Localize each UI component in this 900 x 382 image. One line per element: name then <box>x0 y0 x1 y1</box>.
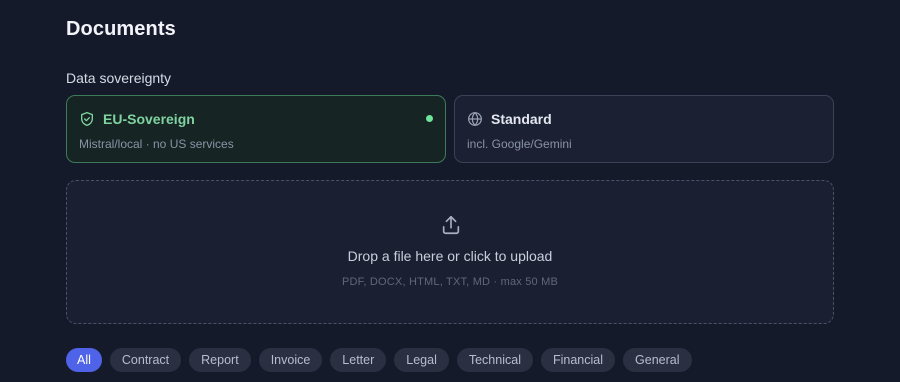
upload-constraints: PDF, DOCX, HTML, TXT, MD · max 50 MB <box>341 276 559 288</box>
filter-chip-legal[interactable]: Legal <box>394 348 449 372</box>
option-description: Mistral/local · no US services <box>79 137 234 151</box>
option-name: Standard <box>491 111 552 127</box>
documents-page: Documents Data sovereignty EU-Sovereign … <box>0 0 900 382</box>
filter-chip-general[interactable]: General <box>623 348 692 372</box>
filter-chip-financial[interactable]: Financial <box>540 348 616 372</box>
data-sovereignty-label: Data sovereignty <box>66 70 172 86</box>
standard-option[interactable]: Standard incl. Google/Gemini <box>454 95 834 163</box>
shield-check-icon <box>79 111 95 127</box>
option-description: incl. Google/Gemini <box>467 137 572 151</box>
upload-prompt: Drop a file here or click to upload <box>347 248 553 264</box>
upload-icon <box>440 214 462 236</box>
filter-chip-invoice[interactable]: Invoice <box>258 348 323 372</box>
filter-chip-technical[interactable]: Technical <box>456 348 533 372</box>
filter-chip-all[interactable]: All <box>66 348 102 372</box>
filter-chip-report[interactable]: Report <box>189 348 251 372</box>
filter-chip-contract[interactable]: Contract <box>109 348 182 372</box>
page-title: Documents <box>66 18 176 40</box>
filter-chip-letter[interactable]: Letter <box>330 348 387 372</box>
option-name: EU-Sovereign <box>103 111 195 127</box>
globe-icon <box>467 111 483 127</box>
category-filter-bar: All Contract Report Invoice Letter Legal… <box>66 348 692 372</box>
eu-sovereign-option[interactable]: EU-Sovereign Mistral/local · no US servi… <box>66 95 446 163</box>
selected-indicator <box>426 115 433 122</box>
file-dropzone[interactable]: Drop a file here or click to upload PDF,… <box>66 180 834 324</box>
